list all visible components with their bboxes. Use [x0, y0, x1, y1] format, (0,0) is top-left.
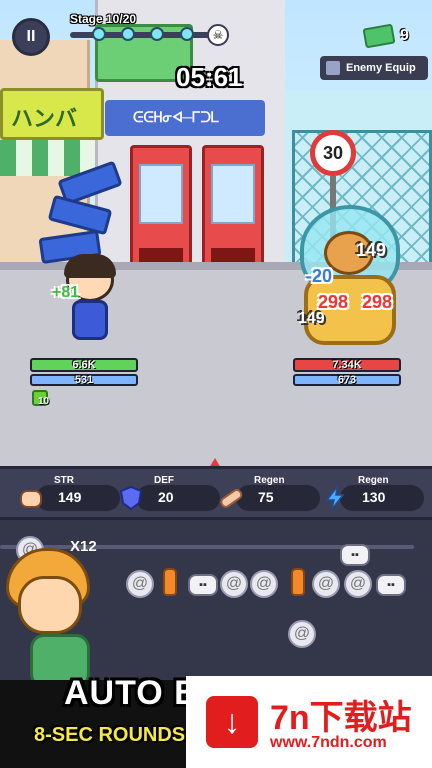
stage-progress-label: Stage 10/20	[70, 12, 137, 26]
store-sign: ᕮᕮᕼᓂᐊ─ᒥᑐᒪ	[105, 100, 265, 136]
enemy-equip-label: Enemy Equip	[346, 62, 416, 74]
game-screen: { "hud": { "stage_label": "Stage 10/20",…	[0, 0, 432, 768]
stage-dot	[150, 27, 164, 41]
lightning-icon	[325, 485, 345, 510]
stat-strength: STR 149	[18, 475, 120, 513]
vending-machine	[130, 145, 192, 275]
heal-popup: +81	[52, 284, 80, 301]
enemy-defense-bar: 673	[293, 374, 401, 386]
stage-dot	[121, 27, 135, 41]
gamepad-icon[interactable]: ▪▪	[188, 574, 218, 596]
player-hp-bar: 6.6K	[30, 358, 138, 372]
vending-machine	[202, 145, 264, 275]
shield-icon	[119, 485, 143, 511]
watermark-url: www.7ndn.com	[270, 734, 387, 751]
tornado-item-icon[interactable]: @	[312, 570, 340, 598]
soda-bottle-icon[interactable]	[284, 568, 312, 596]
cash-icon	[362, 23, 396, 49]
stage-dot	[92, 27, 106, 41]
enemy-hp-bar: 7.34K	[293, 358, 401, 372]
boss-skull-icon: ☠	[207, 24, 229, 46]
item-stack	[38, 150, 130, 270]
gamepad-icon[interactable]: ▪▪	[340, 544, 370, 566]
soda-bottle-icon[interactable]	[156, 568, 184, 596]
mascot-character	[0, 548, 120, 688]
pause-icon: II	[26, 28, 36, 45]
damage-popup: -20	[306, 266, 333, 286]
speed-limit-sign: 30	[310, 130, 356, 176]
player-character	[58, 254, 122, 350]
tornado-item-icon[interactable]: @	[344, 570, 372, 598]
pause-button[interactable]: II	[12, 18, 50, 56]
bandage-icon	[220, 488, 243, 508]
stat-defense: DEF 20	[118, 475, 220, 513]
player-bars: 6.6K 531	[30, 358, 138, 386]
tornado-item-icon[interactable]: @	[288, 620, 316, 648]
stat-regen: Regen 75	[218, 475, 320, 513]
stage-dot	[180, 27, 194, 41]
promo-subtitle: 8-SEC ROUNDS	[34, 724, 186, 746]
weapon-level: 10	[38, 396, 50, 407]
round-timer: 05:61	[176, 62, 243, 92]
fist-icon	[20, 490, 42, 508]
stat-regen-speed: Regen 130	[322, 475, 424, 513]
gamepad-icon[interactable]: ▪▪	[376, 574, 406, 596]
enemy-equip-button[interactable]: Enemy Equip	[320, 56, 428, 80]
tornado-item-icon[interactable]: @	[220, 570, 248, 598]
enemy-bars: 7.34K 673	[293, 358, 401, 386]
damage-popup: 298	[362, 292, 393, 312]
shop-sign: ハンバ	[0, 88, 104, 140]
download-icon: ↓	[206, 696, 258, 748]
watermark-name: 7n下载站	[270, 699, 412, 737]
tornado-item-icon[interactable]: @	[126, 570, 154, 598]
cash-counter: 9	[362, 23, 424, 49]
damage-popup: 149	[356, 240, 387, 260]
stats-panel: STR 149 DEF 20 Regen 75 Regen 130	[0, 466, 432, 520]
cash-value: 9	[400, 27, 409, 44]
equipment-icon	[326, 61, 340, 75]
player-defense-bar: 531	[30, 374, 138, 386]
tornado-item-icon[interactable]: @	[250, 570, 278, 598]
damage-popup: 149	[298, 310, 325, 327]
watermark: ↓ 7n下载站 www.7ndn.com	[186, 676, 432, 768]
